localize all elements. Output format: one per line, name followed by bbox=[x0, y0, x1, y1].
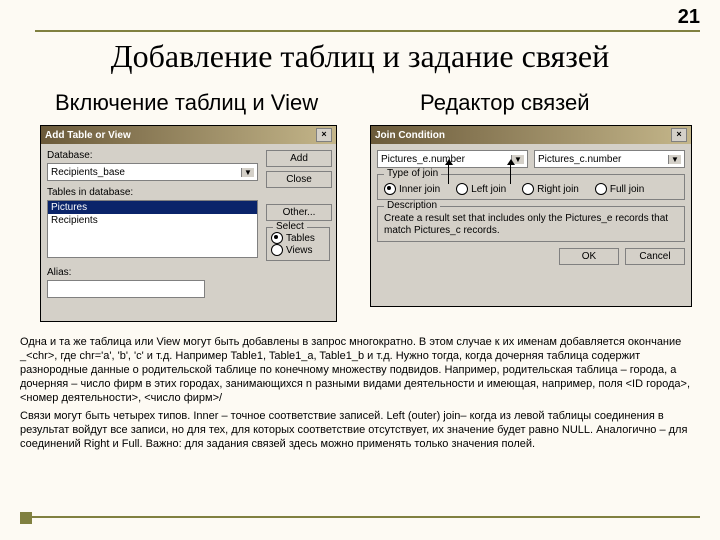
select-group-label: Select bbox=[273, 221, 307, 232]
radio-right-join[interactable]: Right join bbox=[522, 183, 579, 195]
subtitle-right: Редактор связей bbox=[420, 90, 590, 116]
close-icon[interactable]: × bbox=[671, 128, 687, 142]
radio-tables[interactable]: Tables bbox=[271, 232, 325, 244]
add-button[interactable]: Add bbox=[266, 150, 332, 167]
ok-button[interactable]: OK bbox=[559, 248, 619, 265]
database-combo[interactable]: Recipients_base ▼ bbox=[47, 163, 258, 181]
add-dialog-titlebar: Add Table or View × bbox=[41, 126, 336, 144]
right-field-value: Pictures_c.number bbox=[538, 154, 621, 165]
tables-listbox[interactable]: Pictures Recipients bbox=[47, 200, 258, 258]
cancel-button[interactable]: Cancel bbox=[625, 248, 685, 265]
page-title: Добавление таблиц и задание связей bbox=[0, 38, 720, 75]
close-icon[interactable]: × bbox=[316, 128, 332, 142]
chevron-down-icon: ▼ bbox=[668, 155, 681, 164]
arrow-indicator-icon bbox=[510, 164, 511, 184]
paragraph-1: Одна и та же таблица или View могут быть… bbox=[20, 335, 700, 405]
radio-left-join[interactable]: Left join bbox=[456, 183, 506, 195]
description-text: Create a result set that includes only t… bbox=[384, 213, 678, 237]
alias-input[interactable] bbox=[47, 280, 205, 298]
radio-right-label: Right join bbox=[537, 184, 579, 195]
chevron-down-icon: ▼ bbox=[241, 168, 254, 177]
radio-full-join[interactable]: Full join bbox=[595, 183, 644, 195]
radio-full-label: Full join bbox=[610, 184, 644, 195]
radio-inner-label: Inner join bbox=[399, 184, 440, 195]
database-value: Recipients_base bbox=[51, 167, 125, 178]
page-number: 21 bbox=[678, 6, 700, 29]
radio-views[interactable]: Views bbox=[271, 244, 325, 256]
list-item[interactable]: Recipients bbox=[48, 214, 257, 227]
alias-label: Alias: bbox=[47, 267, 330, 278]
description-label: Description bbox=[384, 200, 440, 211]
top-rule bbox=[35, 30, 700, 32]
list-item[interactable]: Pictures bbox=[48, 201, 257, 214]
join-type-label: Type of join bbox=[384, 168, 441, 179]
right-field-combo[interactable]: Pictures_c.number ▼ bbox=[534, 150, 685, 168]
subtitle-left: Включение таблиц и View bbox=[55, 90, 318, 116]
footer-square-icon bbox=[20, 512, 32, 524]
radio-views-label: Views bbox=[286, 245, 313, 256]
body-text: Одна и та же таблица или View могут быть… bbox=[20, 335, 700, 455]
join-dialog-titlebar: Join Condition × bbox=[371, 126, 691, 144]
join-condition-dialog: Join Condition × Pictures_e.number ▼ Pic… bbox=[370, 125, 692, 307]
radio-inner-join[interactable]: Inner join bbox=[384, 183, 440, 195]
radio-left-label: Left join bbox=[471, 184, 506, 195]
other-button[interactable]: Other... bbox=[266, 204, 332, 221]
add-table-dialog: Add Table or View × Database: Recipients… bbox=[40, 125, 337, 322]
paragraph-2: Связи могут быть четырех типов. Inner – … bbox=[20, 409, 700, 451]
tables-label: Tables in database: bbox=[47, 187, 258, 198]
arrow-indicator-icon bbox=[448, 164, 449, 184]
footer-rule bbox=[20, 516, 700, 518]
close-button[interactable]: Close bbox=[266, 171, 332, 188]
database-label: Database: bbox=[47, 150, 258, 161]
join-dialog-title: Join Condition bbox=[375, 130, 445, 141]
add-dialog-title: Add Table or View bbox=[45, 130, 131, 141]
radio-tables-label: Tables bbox=[286, 233, 315, 244]
